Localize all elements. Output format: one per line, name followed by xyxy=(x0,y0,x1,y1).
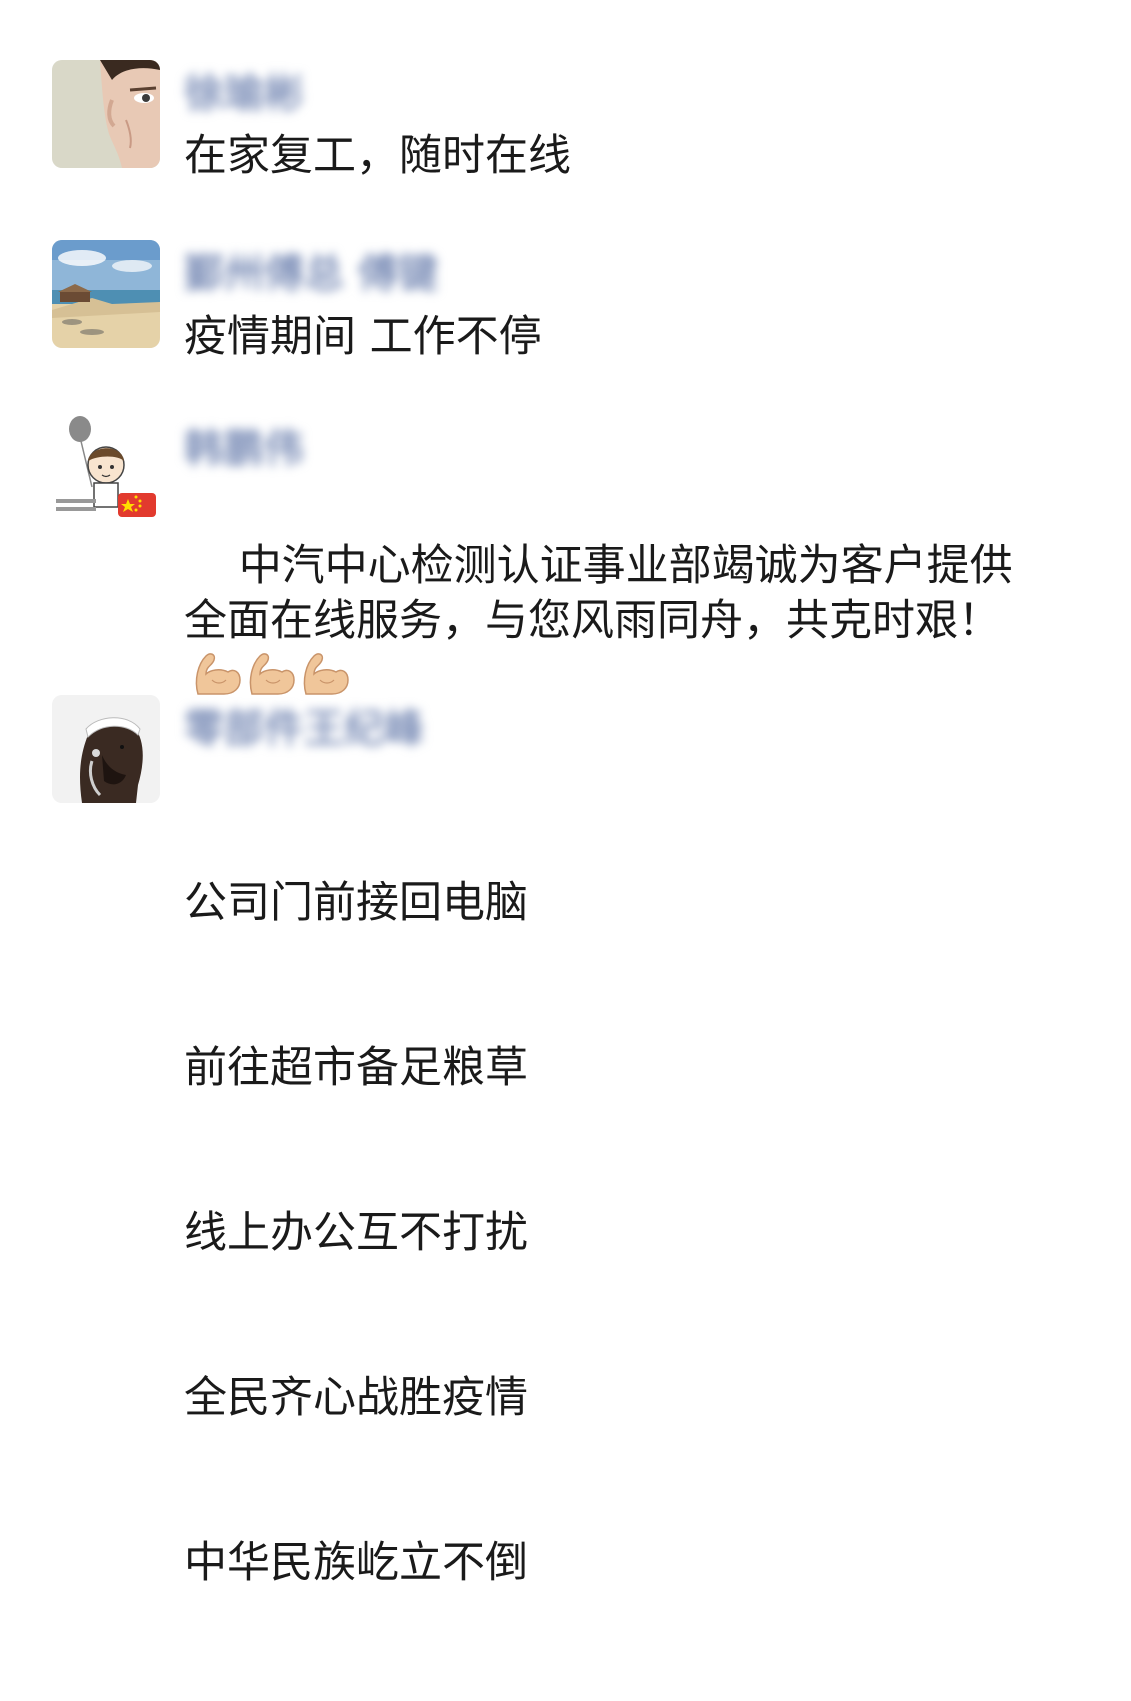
post-line: 公司门前接回电脑 xyxy=(184,878,528,928)
author-name[interactable]: 韩鹏伟 xyxy=(184,425,304,473)
flexed-biceps-icon xyxy=(249,653,295,695)
post-text: 公司门前接回电脑 前往超市备足粮草 线上办公互不打扰 全民齐心战胜疫情 中华民族… xyxy=(184,766,1084,1701)
author-name[interactable]: 零部件王纪峰 xyxy=(184,705,424,753)
post-text-main: 中汽中心检测认证事业部竭诚为客户提供全面在线服务，与您风雨同舟，共克时艰！ xyxy=(184,541,1013,646)
beach-avatar[interactable] xyxy=(52,240,160,348)
flexed-biceps-icon xyxy=(303,653,349,695)
author-name[interactable]: 鄞州傅总 傅键 xyxy=(184,250,438,298)
athlete-headband-avatar[interactable] xyxy=(52,695,160,803)
post-line: 前往超市备足粮草 xyxy=(184,1043,528,1093)
post-line: 全民齐心战胜疫情 xyxy=(184,1373,528,1423)
author-name[interactable]: 徐瑜彬 xyxy=(184,70,304,118)
flexed-biceps-icon xyxy=(195,653,241,695)
post-text: 在家复工，随时在线 xyxy=(184,131,571,181)
face-portrait-avatar[interactable] xyxy=(52,60,160,168)
post-line: 线上办公互不打扰 xyxy=(184,1208,528,1258)
post-line: 中华民族屹立不倒 xyxy=(184,1538,528,1588)
cartoon-boy-flag-avatar[interactable] xyxy=(52,415,160,523)
post-text: 疫情期间 工作不停 xyxy=(184,312,542,362)
